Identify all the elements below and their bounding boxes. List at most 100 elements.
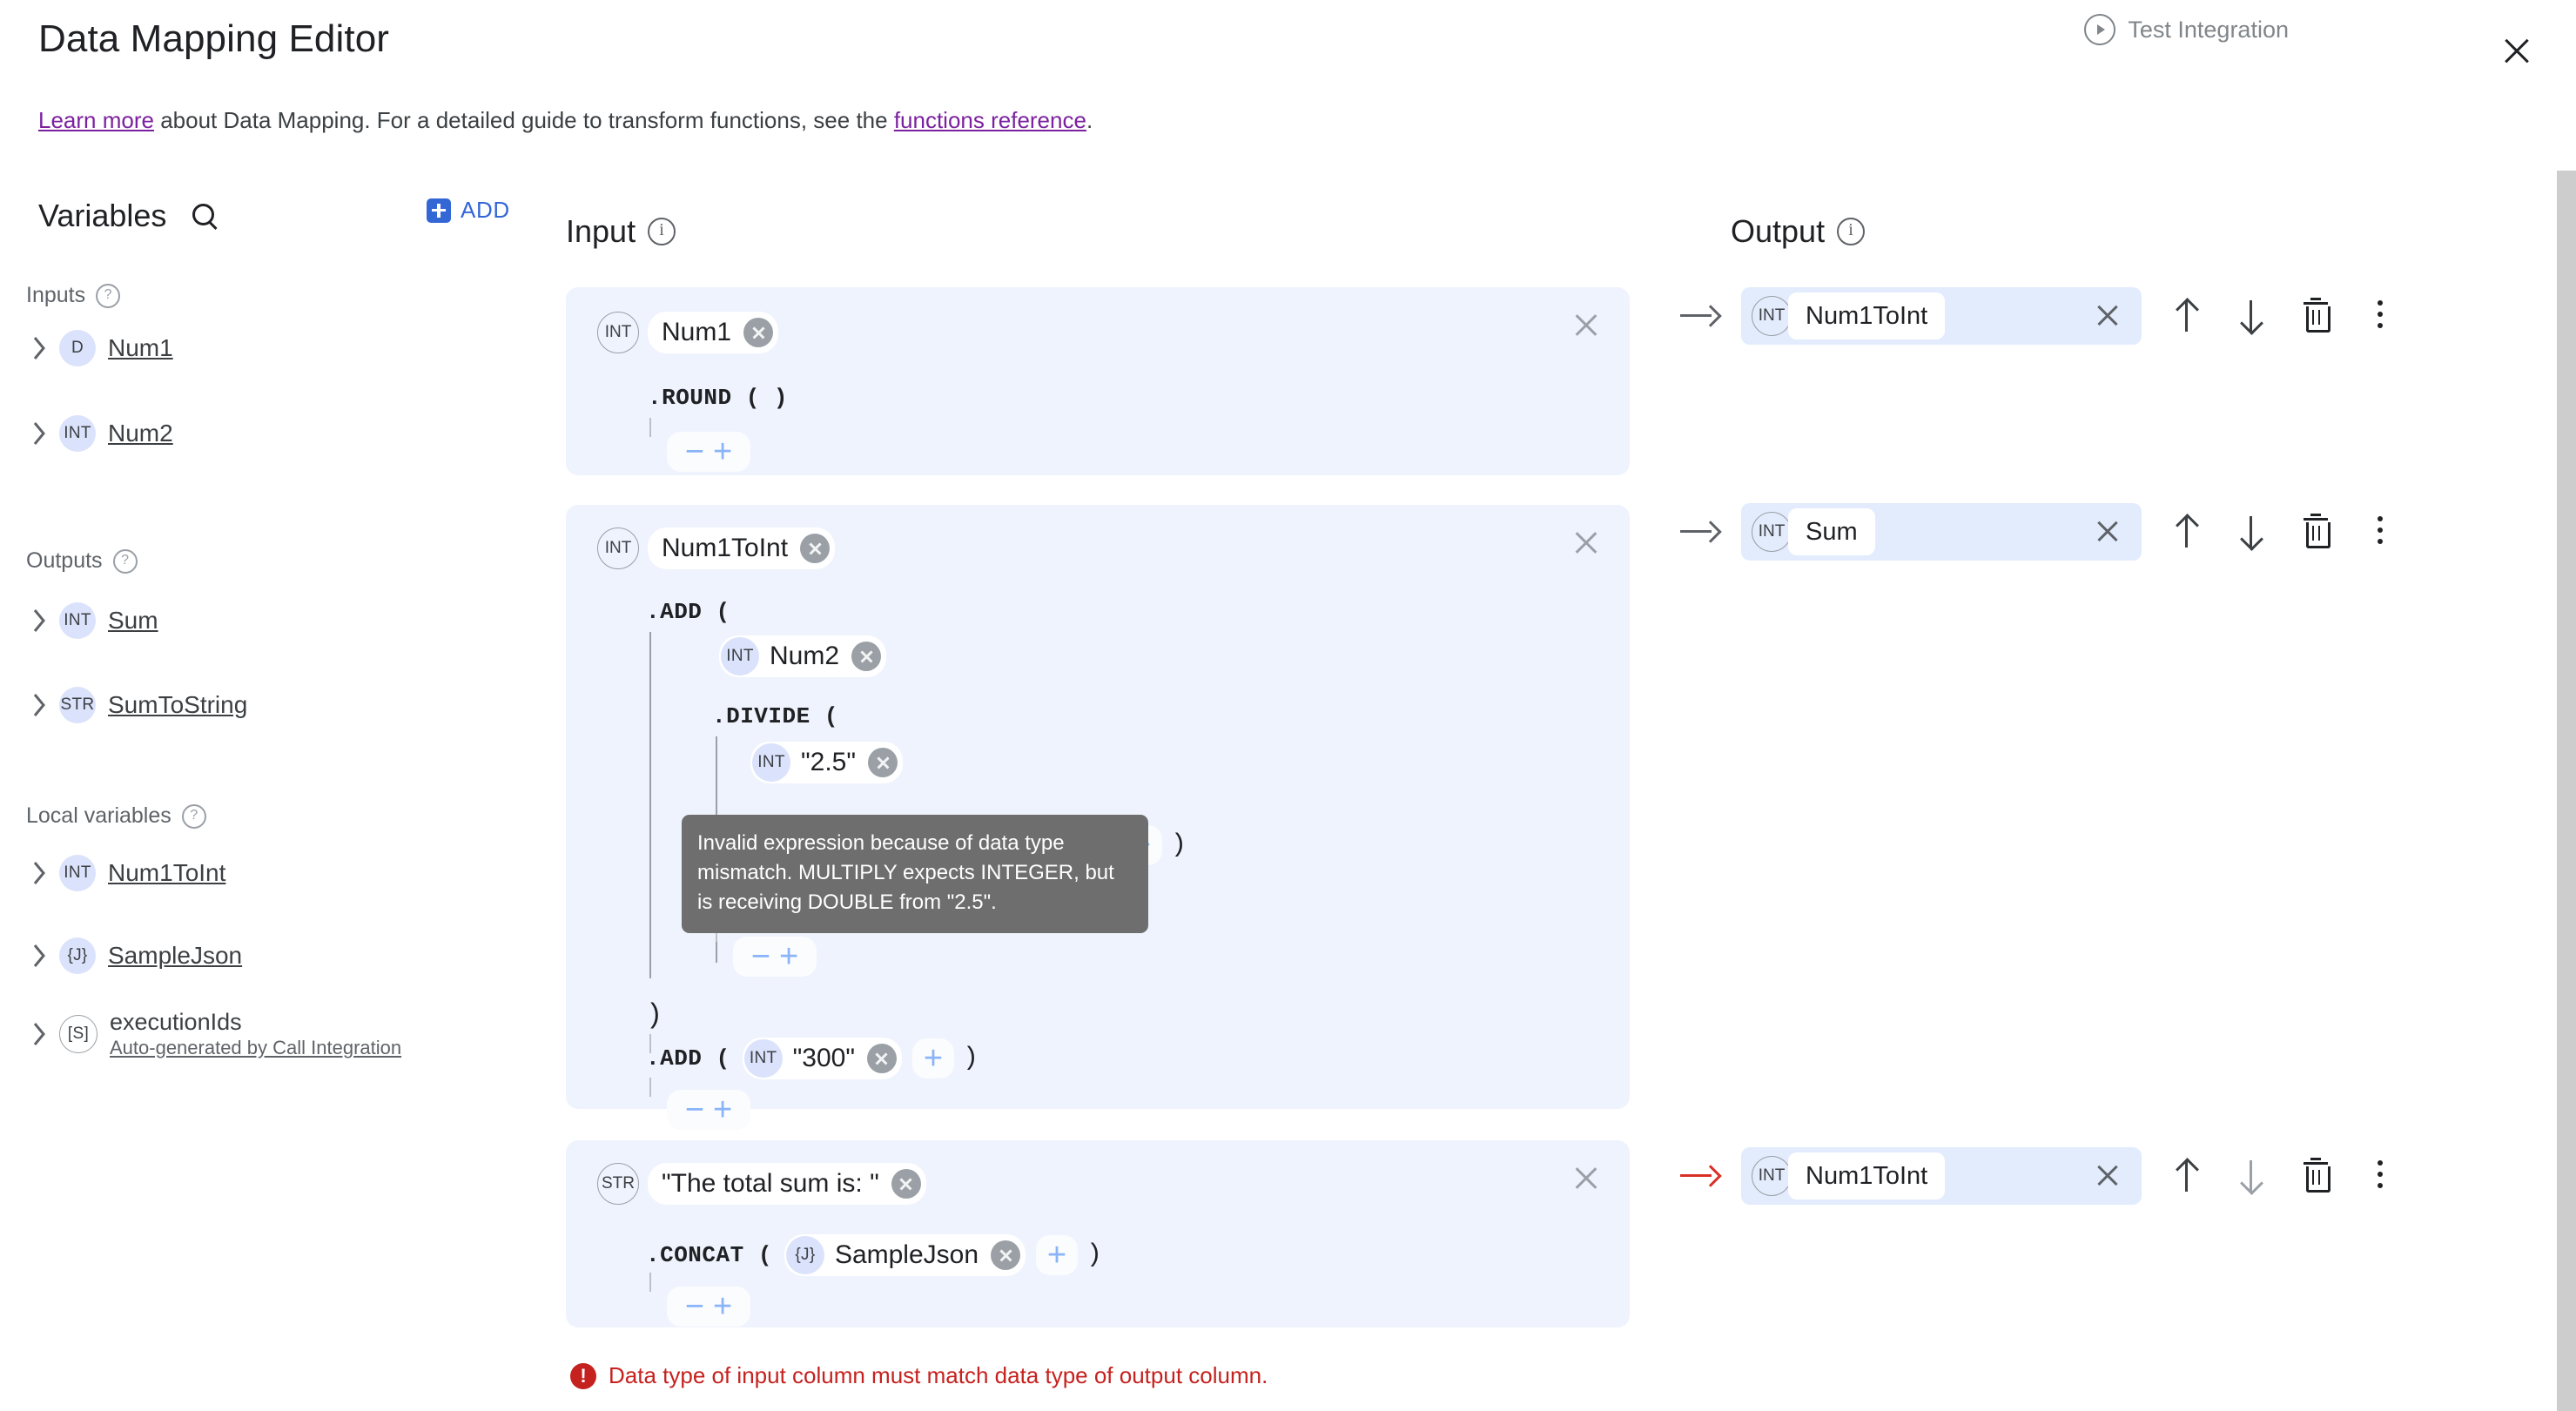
remove-chip-icon[interactable] [851, 642, 882, 671]
sidebar-item-samplejson[interactable]: {J} SampleJson [0, 936, 242, 976]
sidebar-item-num1[interactable]: D Num1 [0, 328, 173, 368]
sidebar-item-num2[interactable]: INT Num2 [0, 413, 173, 454]
value-chip[interactable]: INT "300" [742, 1038, 902, 1079]
minus-icon[interactable]: − [685, 1290, 704, 1323]
minus-icon[interactable]: − [685, 1093, 704, 1126]
clear-output-icon[interactable] [2095, 519, 2121, 545]
add-argument-control[interactable]: + [1036, 1235, 1079, 1275]
output-name: Sum [1788, 508, 1875, 555]
move-down-icon[interactable] [2232, 297, 2270, 335]
group-label-outputs: Outputs ? [26, 548, 138, 574]
help-icon[interactable]: ? [96, 283, 121, 308]
remove-chip-icon[interactable] [866, 1044, 897, 1073]
input-card[interactable]: STR "The total sum is: " .CONCAT ( {J} S… [566, 1140, 1630, 1327]
remove-chip-icon[interactable] [800, 534, 831, 563]
plus-icon[interactable]: + [713, 1093, 732, 1126]
add-label: ADD [461, 197, 510, 223]
move-up-icon[interactable] [2168, 1157, 2206, 1195]
plus-icon[interactable]: + [779, 940, 798, 973]
help-icon[interactable]: ? [181, 803, 206, 829]
move-up-icon[interactable] [2168, 297, 2206, 335]
more-options-icon[interactable] [2361, 294, 2399, 339]
more-options-icon[interactable] [2361, 510, 2399, 554]
chevron-right-icon[interactable] [21, 860, 59, 886]
sidebar-item-num1toint[interactable]: INT Num1ToInt [0, 853, 225, 893]
plus-icon[interactable]: + [924, 1042, 943, 1075]
remove-chip-icon[interactable] [991, 1240, 1021, 1270]
type-badge: D [59, 330, 96, 366]
move-down-icon[interactable] [2232, 513, 2270, 551]
move-up-icon[interactable] [2168, 513, 2206, 551]
argument-row: INT "2.5" [750, 742, 904, 783]
functions-reference-link[interactable]: functions reference [894, 107, 1086, 133]
sidebar-item-executionids[interactable]: [S] executionIds Auto-generated by Call … [0, 1009, 401, 1058]
add-argument-control[interactable]: + [911, 1038, 954, 1078]
variable-name[interactable]: executionIds [110, 1009, 401, 1036]
chevron-right-icon[interactable] [21, 608, 59, 634]
help-icon[interactable]: ? [112, 548, 138, 574]
variable-name[interactable]: Num2 [108, 420, 173, 447]
output-chip[interactable]: INT Sum [1741, 503, 2142, 561]
function-name[interactable]: .ADD ( [646, 599, 730, 625]
add-remove-argument-controls[interactable]: −+ [667, 1090, 750, 1130]
sidebar-item-sum[interactable]: INT Sum [0, 601, 158, 641]
add-remove-argument-controls[interactable]: −+ [667, 432, 750, 472]
input-card[interactable]: INT Num1ToInt .ADD ( INT Num2 .DIVIDE ( [566, 505, 1630, 1130]
remove-card-icon[interactable] [1572, 312, 1600, 339]
value-chip[interactable]: INT Num2 [719, 635, 887, 677]
variable-name[interactable]: Num1ToInt [108, 859, 225, 887]
minus-icon[interactable]: − [751, 940, 770, 973]
minus-icon[interactable]: − [685, 435, 704, 468]
close-icon[interactable] [2499, 33, 2534, 68]
remove-chip-icon[interactable] [891, 1169, 921, 1199]
add-remove-argument-controls[interactable]: −+ [667, 1287, 750, 1327]
type-badge: INT [59, 602, 96, 639]
info-icon[interactable]: i [648, 218, 676, 245]
chevron-right-icon[interactable] [21, 420, 59, 447]
chevron-right-icon[interactable] [21, 943, 59, 969]
output-chip[interactable]: INT Num1ToInt [1741, 287, 2142, 345]
chevron-right-icon[interactable] [21, 692, 59, 718]
function-name[interactable]: .CONCAT ( [646, 1242, 772, 1268]
test-integration-button[interactable]: Test Integration [2084, 14, 2289, 45]
remove-card-icon[interactable] [1572, 1165, 1600, 1193]
chevron-right-icon[interactable] [21, 335, 59, 361]
plus-icon[interactable]: + [713, 1290, 732, 1323]
variable-name[interactable]: Sum [108, 607, 158, 635]
clear-output-icon[interactable] [2095, 303, 2121, 329]
variable-name[interactable]: SampleJson [108, 942, 242, 970]
output-name: Num1ToInt [1788, 1152, 1946, 1199]
function-name[interactable]: .ADD ( [646, 1045, 730, 1072]
output-chip[interactable]: INT Num1ToInt [1741, 1147, 2142, 1205]
value-chip[interactable]: Num1 [648, 312, 779, 353]
value-chip[interactable]: Num1ToInt [648, 527, 836, 569]
function-name[interactable]: .DIVIDE ( [712, 703, 838, 729]
add-remove-argument-controls[interactable]: −+ [733, 937, 817, 977]
page-scrollbar[interactable] [2557, 171, 2576, 1411]
move-down-icon[interactable] [2232, 1157, 2270, 1195]
delete-icon[interactable] [2297, 513, 2335, 551]
input-card[interactable]: INT Num1 .ROUND ( ) − + [566, 287, 1630, 475]
info-icon[interactable]: i [1837, 218, 1866, 245]
variable-name[interactable]: SumToString [108, 691, 247, 719]
function-name[interactable]: .ROUND ( ) [648, 385, 788, 411]
add-variable-button[interactable]: ADD [427, 197, 510, 224]
variable-name[interactable]: Num1 [108, 334, 173, 362]
value-chip[interactable]: {J} SampleJson [784, 1234, 1026, 1276]
remove-chip-icon[interactable] [868, 748, 898, 777]
search-icon[interactable] [190, 201, 221, 232]
sidebar-item-sumtostring[interactable]: STR SumToString [0, 685, 247, 725]
learn-more-link[interactable]: Learn more [38, 107, 154, 133]
delete-icon[interactable] [2297, 1157, 2335, 1195]
clear-output-icon[interactable] [2095, 1163, 2121, 1189]
type-badge: INT [59, 855, 96, 891]
delete-icon[interactable] [2297, 297, 2335, 335]
more-options-icon[interactable] [2361, 1154, 2399, 1199]
plus-icon[interactable]: + [713, 435, 732, 468]
plus-icon[interactable]: + [1047, 1239, 1066, 1272]
remove-chip-icon[interactable] [743, 318, 774, 347]
value-chip[interactable]: INT "2.5" [750, 742, 904, 783]
remove-card-icon[interactable] [1572, 529, 1600, 557]
chevron-right-icon[interactable] [21, 1021, 59, 1047]
value-chip[interactable]: "The total sum is: " [648, 1163, 926, 1205]
